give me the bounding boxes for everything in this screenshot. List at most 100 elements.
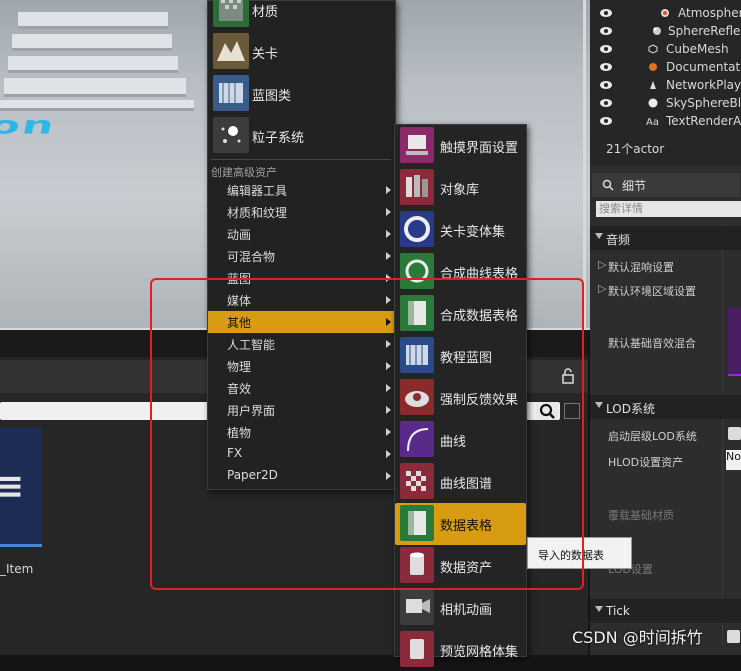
submenu-materials-textures[interactable]: 材质和纹理 [208,201,395,223]
menu-item-label: 强制反馈效果 [440,393,519,408]
menu-item-blueprint-class[interactable]: 蓝图类 [208,73,395,115]
property-label: 启动层级LOD系统 [608,430,697,443]
lock-icon[interactable] [560,368,576,384]
menu-item-camera-animation[interactable]: 相机动画 [395,587,526,629]
visibility-eye-icon[interactable] [600,81,612,89]
visibility-eye-icon[interactable] [600,45,612,53]
object-library-icon [400,169,434,205]
miscellaneous-submenu: 触摸界面设置 对象库 关卡变体集 合成曲线表格 合成数据表格 教程蓝图 强制反馈… [394,124,527,667]
sphere-icon [648,98,658,108]
outliner-row[interactable]: SkySphereBlu [590,95,741,113]
submenu-physics[interactable]: 物理 [208,355,395,377]
sound-mix-swatch[interactable] [728,308,741,376]
svg-text:Aa: Aa [646,117,659,126]
stair-step [0,100,194,111]
text-render-icon: Aa [646,117,659,126]
menu-item-curve[interactable]: 曲线 [395,419,526,461]
level-icon [213,33,249,69]
menu-item-object-library[interactable]: 对象库 [395,167,526,209]
menu-item-force-feedback-effect[interactable]: 强制反馈效果 [395,377,526,419]
outliner-row[interactable]: Aa TextRenderAc [590,113,741,131]
atmosphere-icon [661,9,669,17]
menu-item-label: 数据表格 [440,519,493,534]
tab-details[interactable]: 细节 [592,173,740,197]
hlod-asset-dropdown[interactable]: No [726,450,741,470]
submenu-paper2d[interactable]: Paper2D [208,465,395,487]
submenu-blendables[interactable]: 可混合物 [208,245,395,267]
details-search-input[interactable]: 搜索详情 [596,201,741,217]
data-table-icon [400,505,434,541]
menu-item-touch-interface-setup[interactable]: 触摸界面设置 [395,125,526,167]
submenu-user-interface[interactable]: 用户界面 [208,399,395,421]
chevron-right-icon [386,186,391,194]
submenu-media[interactable]: 媒体 [208,289,395,311]
submenu-sounds[interactable]: 音效 [208,377,395,399]
chevron-right-icon [386,362,391,370]
outliner-item-label: Documentatio [666,60,741,74]
visibility-eye-icon[interactable] [600,63,612,71]
property-label: 覆载基础材质 [608,509,674,522]
expand-arrow-icon[interactable]: ▷ [598,282,606,295]
menu-item-label: FX [227,446,243,460]
stair-step [4,78,186,97]
submenu-editor-utilities[interactable]: 编辑器工具 [208,179,395,201]
asset-glyph: ≡ [0,466,25,507]
save-search-icon[interactable] [564,403,580,419]
submenu-animation[interactable]: 动画 [208,223,395,245]
section-tick[interactable]: Tick [590,599,741,623]
menu-item-data-table[interactable]: 数据表格 [395,503,526,545]
menu-item-label: 其他 [227,316,252,330]
menu-item-level-variant-sets[interactable]: 关卡变体集 [395,209,526,251]
menu-item-particle-system[interactable]: 粒子系统 [208,115,395,157]
visibility-eye-icon[interactable] [600,27,612,35]
menu-item-label: 预览网格体集 [440,645,519,660]
tooltip-text: 导入的数据表 [538,549,604,562]
menu-item-level[interactable]: 关卡 [208,31,395,73]
submenu-artificial-intelligence[interactable]: 人工智能 [208,333,395,355]
outliner-row[interactable]: Atmospheri [590,5,741,23]
menu-item-preview-mesh-collection[interactable]: 预览网格体集 [395,629,526,671]
visibility-eye-icon[interactable] [600,117,612,125]
menu-item-label: 对象库 [440,183,480,198]
menu-item-label: 可混合物 [227,250,276,264]
menu-item-label: 蓝图 [227,272,252,286]
menu-item-curve-atlas[interactable]: 曲线图谱 [395,461,526,503]
menu-item-material[interactable]: 材质 [208,0,395,31]
search-icon [602,179,614,191]
outliner-row[interactable]: Documentatio [590,59,741,77]
menu-item-composite-curve-table[interactable]: 合成曲线表格 [395,251,526,293]
submenu-fx[interactable]: FX [208,443,395,465]
menu-item-label: 人工智能 [227,338,276,352]
asset-thumbnail[interactable]: ≡ [0,428,42,547]
visibility-eye-icon[interactable] [600,99,612,107]
chevron-right-icon [386,406,391,414]
outliner-item-label: TextRenderAc [666,114,741,128]
outliner-row[interactable]: SphereRefle [590,23,741,41]
chevron-right-icon [386,472,391,480]
section-audio[interactable]: 音频 [590,226,741,250]
outliner-row[interactable]: NetworkPlaye [590,77,741,95]
submenu-blueprints[interactable]: 蓝图 [208,267,395,289]
tick-checkbox[interactable] [727,630,740,643]
section-lod[interactable]: LOD系统 [590,395,741,419]
submenu-miscellaneous[interactable]: 其他 [208,311,395,333]
menu-item-label: 合成数据表格 [440,309,519,324]
expand-arrow-icon[interactable]: ▷ [598,258,606,271]
menu-item-label: 曲线图谱 [440,477,493,492]
menu-item-label: 植物 [227,426,252,440]
menu-item-composite-data-table[interactable]: 合成数据表格 [395,293,526,335]
details-panel: 细节 搜索详情 音频 ▷ 默认混响设置 ▷ 默认环境区域设置 默认基础音效混合 … [590,165,741,655]
watermark: CSDN @时间拆竹 [572,628,703,647]
menu-item-tutorial-blueprint[interactable]: 教程蓝图 [395,335,526,377]
section-title: LOD系统 [606,402,655,416]
enable-hlod-checkbox[interactable] [728,427,741,440]
property-label: 默认基础音效混合 [608,337,696,350]
outliner-row[interactable]: CubeMesh [590,41,741,59]
submenu-foliage[interactable]: 植物 [208,421,395,443]
documentation-icon [649,63,657,71]
search-icon[interactable] [536,402,558,420]
menu-item-data-asset[interactable]: 数据资产 [395,545,526,587]
menu-item-label: 粒子系统 [252,131,305,146]
visibility-eye-icon[interactable] [600,9,612,17]
chevron-right-icon [386,230,391,238]
